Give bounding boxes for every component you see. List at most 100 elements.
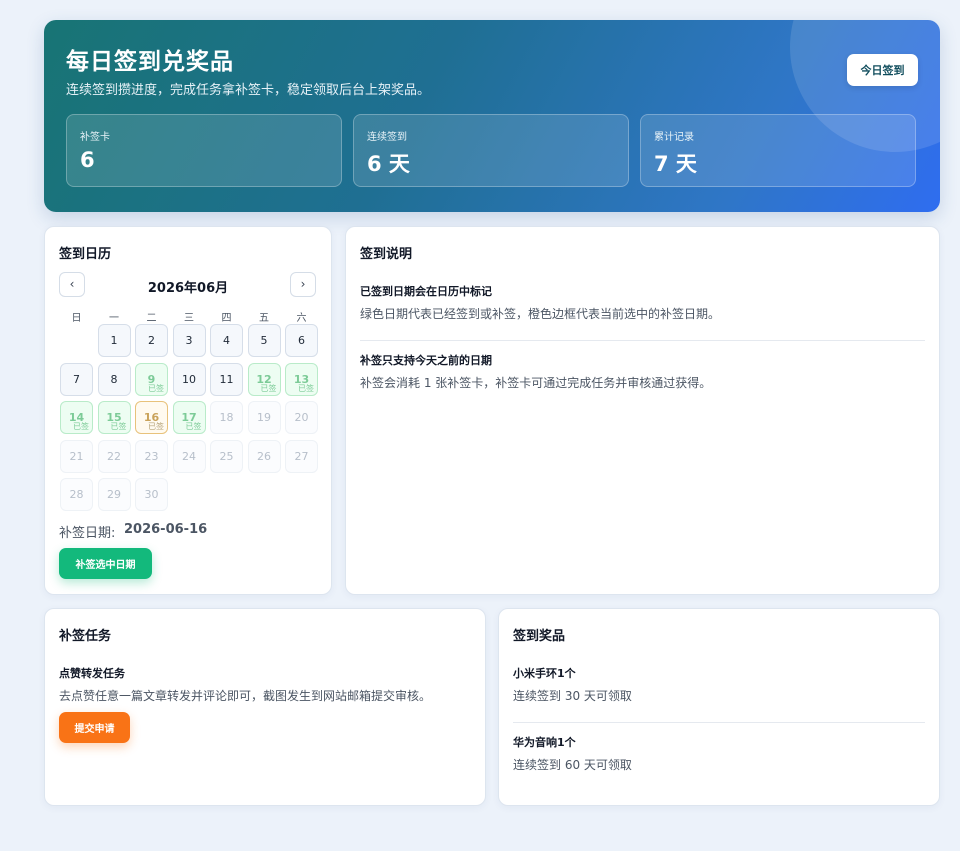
day-number: 1 (110, 334, 118, 347)
makeup-date-value: 2026-06-16 (124, 522, 208, 537)
calendar-day-26[interactable]: 26 (247, 439, 281, 473)
signed-tag: 已签 (185, 422, 202, 431)
weekday-label: 日 (71, 313, 82, 324)
weekday-label: 二 (146, 313, 157, 324)
calendar-day-6[interactable]: 6 (285, 324, 318, 357)
divider (360, 340, 925, 341)
day-number: 29 (107, 488, 121, 501)
day-number: 30 (144, 488, 159, 501)
hero-banner: 每日签到兑奖品 连续签到攒进度，完成任务拿补签卡，稳定领取后台上架奖品。 今日签… (44, 20, 940, 212)
weekday-label: 三 (184, 313, 194, 324)
calendar-day-15[interactable]: 15 已签 (97, 401, 131, 434)
stat-label: 补签卡 (80, 132, 110, 143)
day-number: 7 (73, 372, 80, 386)
calendar-day-3[interactable]: 3 (172, 324, 206, 357)
day-number: 18 (219, 411, 234, 424)
stat-total-records: 累计记录 7 天 (640, 114, 916, 187)
day-number: 2 (148, 334, 155, 347)
prizes-card: 签到奖品 小米手环1个 连续签到 30 天可领取 华为音响1个 连续签到 60 … (498, 608, 940, 806)
calendar-day-11[interactable]: 11 (210, 362, 243, 396)
weekday-label: 五 (259, 313, 269, 324)
rules-card: 签到说明 已签到日期会在日历中标记 绿色日期代表已经签到或补签，橙色边框代表当前… (345, 226, 940, 595)
stat-value: 7 天 (654, 152, 697, 176)
calendar-day-27[interactable]: 27 (285, 439, 318, 473)
rule-heading: 补签只支持今天之前的日期 (360, 354, 492, 367)
stat-label: 累计记录 (654, 132, 694, 143)
page-subtitle: 连续签到攒进度，完成任务拿补签卡，稳定领取后台上架奖品。 (66, 83, 431, 98)
calendar-day-16[interactable]: 16 已签 (135, 401, 168, 434)
signed-tag: 已签 (73, 422, 89, 431)
day-number: 3 (185, 334, 193, 347)
signed-tag: 已签 (298, 383, 314, 393)
rule-text: 补签会消耗 1 张补签卡，补签卡可通过完成任务并审核通过获得。 (360, 376, 712, 390)
day-number: 26 (257, 449, 271, 463)
calendar-day-13[interactable]: 13 已签 (285, 362, 318, 396)
day-number: 19 (257, 411, 271, 424)
rules-title: 签到说明 (360, 247, 413, 262)
calendar-day-7[interactable]: 7 (60, 362, 93, 396)
calendar-day-10[interactable]: 10 (172, 362, 206, 396)
calendar-day-17[interactable]: 17 已签 (172, 401, 206, 434)
day-number: 4 (223, 334, 230, 347)
day-number: 24 (182, 449, 196, 463)
prize-name: 小米手环1个 (513, 667, 576, 680)
weekday-label: 六 (296, 313, 307, 324)
calendar-day-20[interactable]: 20 (285, 401, 318, 434)
calendar-day-4[interactable]: 4 (210, 324, 243, 357)
calendar-day-30[interactable]: 30 (135, 478, 168, 511)
day-number: 25 (219, 449, 234, 463)
submit-application-button[interactable]: 提交申请 (59, 712, 130, 743)
rule-text: 绿色日期代表已经签到或补签，橙色边框代表当前选中的补签日期。 (360, 307, 721, 321)
stat-streak: 连续签到 6 天 (353, 114, 629, 187)
day-number: 27 (294, 449, 309, 463)
day-number: 21 (69, 449, 84, 463)
day-number: 6 (298, 334, 305, 347)
calendar-day-29[interactable]: 29 (97, 478, 131, 511)
day-number: 11 (219, 372, 234, 386)
makeup-selected-date-button[interactable]: 补签选中日期 (59, 548, 152, 579)
checkin-today-button[interactable]: 今日签到 (847, 54, 918, 86)
calendar-day-22[interactable]: 22 (97, 439, 131, 473)
prizes-title: 签到奖品 (513, 629, 566, 644)
stat-makeup-cards: 补签卡 6 (66, 114, 342, 187)
stat-value: 6 天 (367, 152, 410, 176)
calendar-card: 签到日历 ‹ 2026年06月 › 日 一 二 三 四 五 六 12345678… (44, 226, 332, 595)
signed-tag: 已签 (148, 422, 164, 431)
task-card-title: 补签任务 (59, 629, 112, 644)
calendar-day-12[interactable]: 12 已签 (247, 362, 281, 396)
calendar-day-23[interactable]: 23 (135, 439, 168, 473)
day-number: 20 (294, 411, 309, 424)
calendar-day-25[interactable]: 25 (210, 439, 243, 473)
divider (513, 722, 925, 723)
makeup-date-label: 补签日期: (59, 526, 116, 541)
calendar-day-18[interactable]: 18 (210, 401, 243, 434)
calendar-day-14[interactable]: 14 已签 (60, 401, 93, 434)
calendar-day-21[interactable]: 21 (60, 439, 93, 473)
calendar-day-2[interactable]: 2 (135, 324, 168, 357)
task-text: 去点赞任意一篇文章转发并评论即可，截图发生到网站邮箱提交审核。 (59, 689, 432, 703)
prize-requirement: 连续签到 60 天可领取 (513, 758, 632, 772)
day-number: 8 (110, 372, 118, 386)
day-number: 10 (182, 372, 196, 386)
calendar-day-9[interactable]: 9 已签 (135, 362, 168, 396)
task-heading: 点赞转发任务 (59, 667, 125, 680)
calendar-day-28[interactable]: 28 (60, 478, 93, 511)
day-number: 28 (69, 488, 84, 501)
weekday-label: 四 (221, 313, 232, 324)
prize-name: 华为音响1个 (513, 736, 576, 749)
page-title: 每日签到兑奖品 (66, 49, 234, 75)
signed-tag: 已签 (260, 383, 277, 393)
weekday-label: 一 (109, 313, 119, 324)
calendar-day-19[interactable]: 19 (247, 401, 281, 434)
calendar-day-5[interactable]: 5 (247, 324, 281, 357)
calendar-day-1[interactable]: 1 (97, 324, 131, 357)
next-month-button[interactable]: › (290, 272, 316, 297)
day-number: 5 (260, 334, 268, 347)
makeup-task-card: 补签任务 点赞转发任务 去点赞任意一篇文章转发并评论即可，截图发生到网站邮箱提交… (44, 608, 486, 806)
signed-tag: 已签 (148, 383, 164, 393)
prize-requirement: 连续签到 30 天可领取 (513, 689, 632, 703)
signed-tag: 已签 (110, 422, 127, 431)
calendar-day-8[interactable]: 8 (97, 362, 131, 396)
calendar-title: 签到日历 (59, 247, 112, 262)
calendar-day-24[interactable]: 24 (172, 439, 206, 473)
